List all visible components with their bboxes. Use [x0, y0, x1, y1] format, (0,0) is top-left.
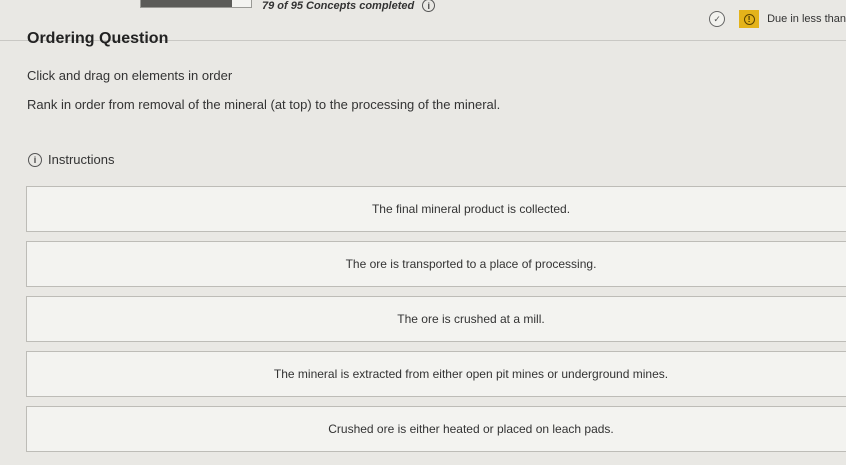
- draggable-item-text: Crushed ore is either heated or placed o…: [328, 422, 614, 436]
- concepts-progress-bar: [140, 0, 252, 8]
- due-text: Due in less than: [767, 13, 846, 25]
- info-icon: i: [28, 152, 42, 167]
- draggable-item[interactable]: The final mineral product is collected.: [26, 186, 846, 232]
- concepts-completed-text: 79 of 95 Concepts completed: [262, 0, 415, 12]
- concepts-completed: 79 of 95 Concepts completed i: [262, 0, 436, 12]
- instructions-link[interactable]: i Instructions: [28, 152, 114, 167]
- page-title: Ordering Question: [27, 30, 169, 47]
- draggable-item[interactable]: The ore is crushed at a mill.: [26, 296, 846, 342]
- question-prompt: Rank in order from removal of the minera…: [27, 97, 501, 112]
- instructions-label: Instructions: [48, 152, 115, 167]
- draggable-item-text: The ore is transported to a place of pro…: [345, 257, 597, 271]
- concepts-progress-fill: [141, 0, 233, 7]
- info-icon[interactable]: i: [422, 0, 436, 12]
- instruction-text: Click and drag on elements in order: [27, 68, 233, 83]
- draggable-item[interactable]: Crushed ore is either heated or placed o…: [26, 406, 846, 452]
- draggable-item-text: The mineral is extracted from either ope…: [273, 367, 669, 381]
- draggable-item[interactable]: The ore is transported to a place of pro…: [26, 241, 846, 287]
- alert-icon: !: [739, 10, 760, 28]
- draggable-item-text: The ore is crushed at a mill.: [397, 312, 545, 326]
- draggable-item[interactable]: The mineral is extracted from either ope…: [26, 351, 846, 397]
- check-circle-icon[interactable]: ✓: [709, 11, 726, 27]
- status-area: ✓ ! Due in less than: [709, 10, 846, 28]
- ordering-list: The final mineral product is collected. …: [26, 186, 846, 461]
- draggable-item-text: The final mineral product is collected.: [371, 202, 571, 216]
